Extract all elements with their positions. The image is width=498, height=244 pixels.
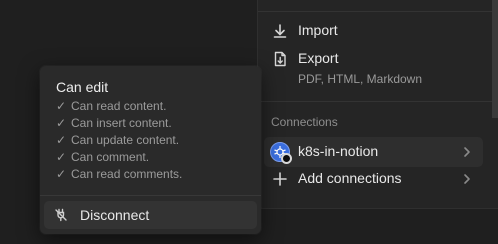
chevron-right-icon [461, 145, 473, 157]
export-label: Export [298, 50, 339, 66]
export-menu-item[interactable]: Export PDF, HTML, Markdown [264, 44, 483, 90]
check-icon: ✓ [56, 99, 67, 113]
check-icon: ✓ [56, 150, 67, 164]
popover-divider [40, 195, 261, 196]
connection-permissions-popover: Can edit ✓ Can read content. ✓ Can insert … [40, 66, 261, 234]
permission-item: ✓ Can read comments. [56, 167, 183, 181]
menu-divider-top [258, 11, 498, 12]
permission-item: ✓ Can insert content. [56, 116, 172, 130]
kubernetes-icon [270, 142, 292, 164]
export-file-icon [272, 51, 288, 67]
import-menu-item[interactable]: Import [264, 16, 483, 46]
permission-level-title: Can edit [56, 79, 109, 95]
check-icon: ✓ [56, 167, 67, 181]
status-dot [281, 153, 292, 164]
disconnect-button[interactable]: Disconnect [44, 201, 257, 229]
chevron-right-icon [461, 172, 473, 184]
permission-item: ✓ Can comment. [56, 150, 150, 164]
app-stage: Import Export PDF, HTML, Markdown Connec… [0, 0, 498, 244]
unplug-icon [54, 208, 68, 222]
export-formats: PDF, HTML, Markdown [298, 72, 423, 86]
menu-divider-mid [258, 101, 498, 102]
import-label: Import [298, 22, 338, 38]
download-arrow-icon [272, 23, 288, 39]
plus-icon [272, 171, 288, 187]
connections-heading: Connections [271, 115, 338, 129]
add-connections-label: Add connections [298, 170, 402, 186]
connection-item-k8s-in-notion[interactable]: k8s-in-notion [264, 137, 483, 167]
check-icon: ✓ [56, 133, 67, 147]
permission-item: ✓ Can update content. [56, 133, 180, 147]
connection-name: k8s-in-notion [298, 143, 379, 159]
add-connections-item[interactable]: Add connections [264, 164, 483, 194]
page-options-menu: Import Export PDF, HTML, Markdown Connec… [257, 0, 498, 209]
permission-item: ✓ Can read content. [56, 99, 167, 113]
menu-scrollbar[interactable] [492, 0, 498, 118]
check-icon: ✓ [56, 116, 67, 130]
disconnect-label: Disconnect [80, 207, 150, 223]
